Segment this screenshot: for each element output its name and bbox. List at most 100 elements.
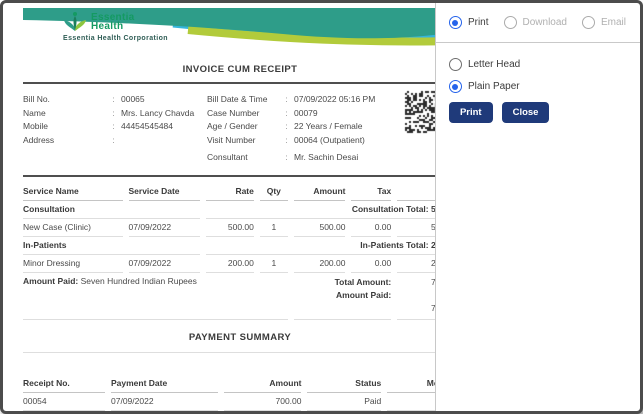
field-label: Address: [23, 134, 106, 148]
totals-values: 700.00 700.00: [397, 273, 436, 320]
radio-download[interactable]: Download: [504, 16, 567, 29]
payment-header-row: Receipt No. Payment Date Amount Status M…: [23, 375, 436, 393]
colon: :: [279, 120, 294, 134]
patient-name-row: Name : Mrs. Lancy Chavda: [23, 107, 207, 121]
bill-info-right-column: Bill Date & Time : 07/09/2022 05:16 PM C…: [207, 93, 436, 165]
cell-net: 200.00: [397, 255, 436, 273]
bill-date-row: Bill Date & Time : 07/09/2022 05:16 PM: [207, 93, 436, 107]
field-value: Mr. Sachin Desai: [294, 151, 358, 165]
amount-in-words: Amount Paid: Seven Hundred Indian Rupees: [23, 273, 288, 320]
qr-code: [404, 90, 436, 134]
totals-labels: Total Amount: Amount Paid:: [294, 273, 392, 320]
radio-plain-paper[interactable]: Plain Paper: [449, 80, 626, 93]
invoice-document: Essentia Health Essentia Health Corporat…: [23, 8, 436, 411]
radio-print[interactable]: Print: [449, 16, 489, 29]
print-options-panel: Print Download Email Letter Head Plain P…: [436, 3, 640, 411]
radio-email-label: Email: [601, 17, 626, 28]
radio-email[interactable]: Email: [582, 16, 626, 29]
services-table: Service Name Service Date Rate Qty Amoun…: [17, 183, 436, 320]
cell-service-name: Minor Dressing: [23, 255, 123, 273]
payment-row: 00054 07/09/2022 700.00 Paid Cash: [23, 393, 436, 411]
cell-receipt-no: 00054: [23, 393, 105, 411]
radio-letter-head[interactable]: Letter Head: [449, 58, 626, 71]
col-receipt-no: Receipt No.: [23, 375, 105, 393]
field-value: 00065: [121, 93, 145, 107]
cell-service-date: 07/09/2022: [129, 219, 201, 237]
radio-letter-head-circle[interactable]: [449, 58, 462, 71]
mobile-row: Mobile : 44454545484: [23, 120, 207, 134]
consultant-row: Consultant : Mr. Sachin Desai: [207, 151, 436, 165]
field-label: Name: [23, 107, 106, 121]
cell-payment-date: 07/09/2022: [111, 393, 218, 411]
col-payment-date: Payment Date: [111, 375, 218, 393]
cell-service-name: New Case (Clinic): [23, 219, 123, 237]
close-button[interactable]: Close: [502, 102, 550, 123]
radio-download-circle[interactable]: [504, 16, 517, 29]
col-amount: Amount: [294, 183, 346, 201]
field-label: Bill Date & Time: [207, 93, 279, 107]
field-value: 44454545484: [121, 120, 173, 134]
print-preview-window: Essentia Health Essentia Health Corporat…: [0, 0, 643, 414]
logo-name-line2: Health: [91, 22, 135, 32]
cell-tax: 0.00: [351, 219, 391, 237]
cell-service-date: 07/09/2022: [129, 255, 201, 273]
radio-email-circle[interactable]: [582, 16, 595, 29]
letterhead-banner: Essentia Health Essentia Health Corporat…: [23, 8, 436, 50]
radio-letter-head-label: Letter Head: [468, 59, 520, 70]
invoice-preview-pane: Essentia Health Essentia Health Corporat…: [3, 3, 436, 411]
group-row-consultation: Consultation Consultation Total: 500.00: [23, 201, 436, 219]
col-rate: Rate: [206, 183, 254, 201]
colon: :: [106, 107, 121, 121]
visit-number-row: Visit Number : 00064 (Outpatient): [207, 134, 436, 148]
cell-rate: 500.00: [206, 219, 254, 237]
paper-type-group: Letter Head Plain Paper Print Close: [436, 43, 640, 123]
logo-leaf-icon: [63, 11, 87, 33]
cell-qty: 1: [260, 219, 288, 237]
age-gender-row: Age / Gender : 22 Years / Female: [207, 120, 436, 134]
cell-rate: 200.00: [206, 255, 254, 273]
field-label: Consultant: [207, 151, 279, 165]
colon: :: [279, 107, 294, 121]
totals-row: Amount Paid: Seven Hundred Indian Rupees…: [23, 273, 436, 320]
radio-print-circle[interactable]: [449, 16, 462, 29]
cell-status: Paid: [307, 393, 381, 411]
colon: :: [106, 93, 121, 107]
colon: :: [279, 134, 294, 148]
field-label: Age / Gender: [207, 120, 279, 134]
cell-qty: 1: [260, 255, 288, 273]
amount-in-words-value: Seven Hundred Indian Rupees: [81, 276, 197, 286]
group-total-label: Consultation Total:: [352, 204, 429, 214]
field-value: 00064 (Outpatient): [294, 134, 365, 148]
field-label: Bill No.: [23, 93, 106, 107]
bill-info-left-column: Bill No. : 00065 Name : Mrs. Lancy Chavd…: [23, 93, 207, 165]
group-total: In-Patients Total: 200.00: [206, 237, 436, 255]
colon: :: [279, 93, 294, 107]
print-button[interactable]: Print: [449, 102, 493, 123]
cell-net: 500.00: [397, 219, 436, 237]
cell-amount: 500.00: [294, 219, 346, 237]
payment-summary-title: PAYMENT SUMMARY: [23, 332, 436, 353]
amount-paid-value: 700.00: [397, 302, 436, 315]
total-amount-label: Total Amount:: [294, 276, 392, 289]
colon: :: [106, 120, 121, 134]
radio-plain-paper-circle[interactable]: [449, 80, 462, 93]
amount-paid-label: Amount Paid:: [294, 289, 392, 302]
field-value: 07/09/2022 05:16 PM: [294, 93, 375, 107]
cell-tax: 0.00: [351, 255, 391, 273]
hospital-logo: Essentia Health Essentia Health Corporat…: [63, 11, 168, 42]
field-value: 22 Years / Female: [294, 120, 363, 134]
col-net: Net: [397, 183, 436, 201]
service-row: Minor Dressing 07/09/2022 200.00 1 200.0…: [23, 255, 436, 273]
col-amount: Amount: [224, 375, 302, 393]
col-method: Method: [387, 375, 436, 393]
col-status: Status: [307, 375, 381, 393]
col-service-name: Service Name: [23, 183, 123, 201]
field-value: Mrs. Lancy Chavda: [121, 107, 194, 121]
field-label: Mobile: [23, 120, 106, 134]
output-mode-group: Print Download Email: [436, 3, 640, 43]
total-amount-value: 700.00: [397, 276, 436, 289]
cell-amount: 700.00: [224, 393, 302, 411]
logo-subtitle: Essentia Health Corporation: [63, 35, 168, 42]
radio-plain-paper-label: Plain Paper: [468, 81, 520, 92]
group-row-inpatients: In-Patients In-Patients Total: 200.00: [23, 237, 436, 255]
